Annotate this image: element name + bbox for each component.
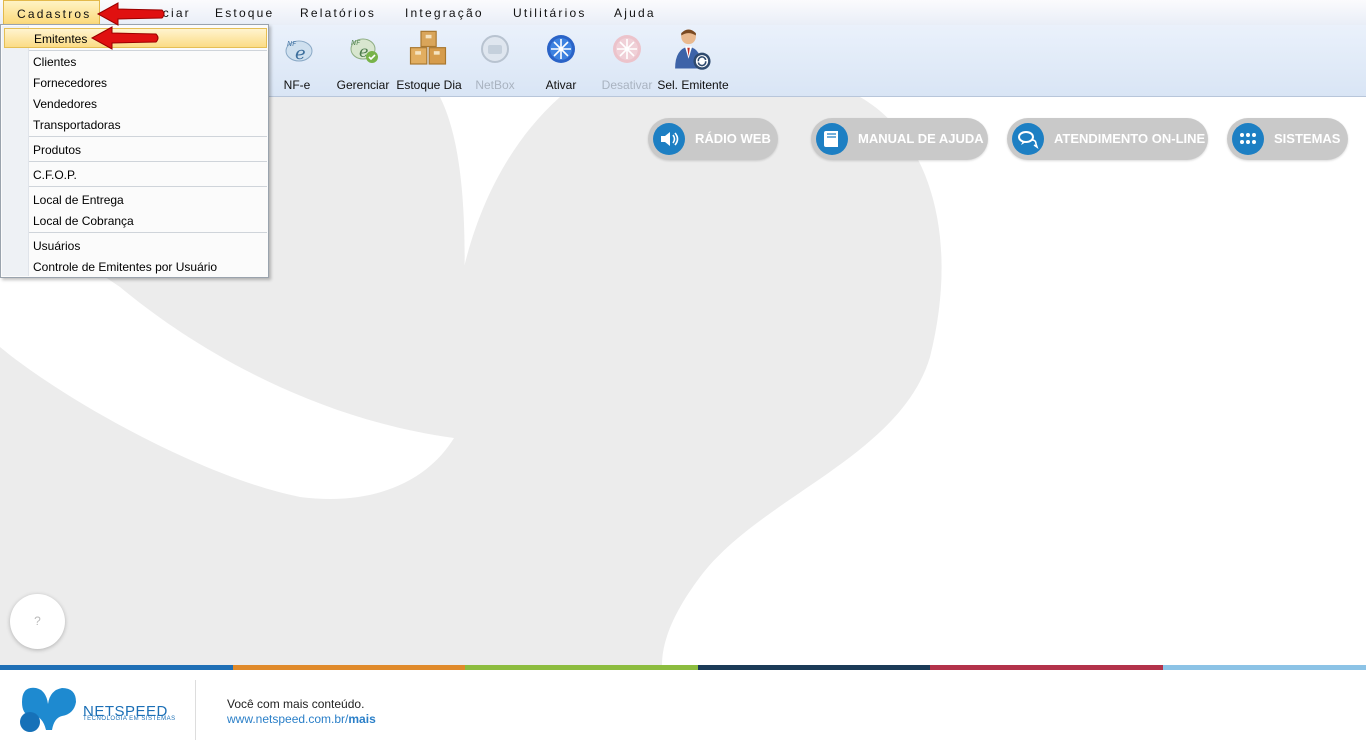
- dropdown-separator: [29, 161, 267, 162]
- dropdown-separator: [29, 232, 267, 233]
- dropdown-item-cfop[interactable]: C.F.O.P.: [29, 165, 267, 185]
- dropdown-icon-strip: [2, 26, 29, 276]
- footer-link[interactable]: www.netspeed.com.br/mais: [227, 712, 376, 726]
- menu-estoque[interactable]: Estoque: [215, 6, 274, 20]
- boxes-icon: [409, 30, 447, 65]
- nfe-icon: NF e: [285, 40, 313, 64]
- deactivate-icon: [613, 35, 641, 63]
- netspeed-logo-icon: [20, 687, 76, 732]
- cadastros-dropdown: Emitentes Clientes Fornecedores Vendedor…: [0, 24, 269, 278]
- menu-relatorios[interactable]: Relatórios: [300, 6, 376, 20]
- svg-text:e: e: [295, 43, 306, 64]
- quick-link-sistemas-label: SISTEMAS: [1274, 131, 1341, 146]
- quick-link-atendimento-online-label: ATENDIMENTO ON-LINE: [1054, 131, 1206, 146]
- footer-slogan: Você com mais conteúdo.: [227, 697, 365, 711]
- activate-icon: [547, 35, 575, 63]
- dropdown-item-vendedores[interactable]: Vendedores: [29, 94, 267, 114]
- dropdown-item-local-de-entrega[interactable]: Local de Entrega: [29, 190, 267, 210]
- speaker-icon: [653, 123, 685, 155]
- dropdown-item-local-de-cobranca[interactable]: Local de Cobrança: [29, 211, 267, 231]
- footer-link-prefix: www.netspeed.com.br/: [227, 712, 349, 726]
- toolbar-gerenciar-button[interactable]: NF e Gerenciar: [331, 25, 395, 96]
- menu-utilitarios-label: Utilitários: [513, 6, 587, 20]
- toolbar-nfe-button[interactable]: NF e NF-e: [265, 25, 329, 96]
- quick-link-manual-de-ajuda[interactable]: MANUAL DE AJUDA: [811, 118, 988, 160]
- dropdown-item-transportadoras[interactable]: Transportadoras: [29, 115, 267, 135]
- user-select-icon: [675, 29, 711, 70]
- dropdown-item-clientes[interactable]: Clientes: [29, 52, 267, 72]
- quick-link-sistemas[interactable]: SISTEMAS: [1227, 118, 1348, 160]
- help-button[interactable]: ?: [10, 594, 65, 649]
- toolbar-ativar-button[interactable]: Ativar: [529, 25, 593, 96]
- menu-relatorios-label: Relatórios: [300, 6, 377, 20]
- annotation-arrow-menu: [96, 2, 165, 26]
- dropdown-item-produtos[interactable]: Produtos: [29, 140, 267, 160]
- menu-ajuda-label: Ajuda: [614, 6, 656, 20]
- dropdown-item-usuarios[interactable]: Usuários: [29, 236, 267, 256]
- annotation-arrow-emitentes: [90, 26, 159, 50]
- menu-integracao-label: Integração: [405, 6, 484, 20]
- chat-icon: [1012, 123, 1044, 155]
- menu-estoque-label: Estoque: [215, 6, 275, 20]
- quick-link-atendimento-online[interactable]: ATENDIMENTO ON-LINE: [1007, 118, 1208, 160]
- menu-ajuda[interactable]: Ajuda: [614, 6, 656, 20]
- quick-link-radio-web-label: RÁDIO WEB: [695, 131, 771, 146]
- toolbar-sel-emitente-label: Sel. Emitente: [657, 78, 729, 92]
- toolbar-desativar-button[interactable]: Desativar: [595, 25, 659, 96]
- dropdown-separator: [29, 186, 267, 187]
- footer-brand-tagline: TECNOLOGIA EM SISTEMAS: [83, 716, 176, 722]
- nfe-manage-icon: NF e: [350, 38, 378, 63]
- grid-icon: [1232, 123, 1264, 155]
- menu-integracao[interactable]: Integração: [405, 6, 484, 20]
- menu-cadastros[interactable]: Cadastros: [3, 0, 100, 25]
- toolbar-sel-emitente-button[interactable]: Sel. Emitente: [657, 25, 729, 96]
- quick-link-radio-web[interactable]: RÁDIO WEB: [648, 118, 778, 160]
- quick-link-manual-de-ajuda-label: MANUAL DE AJUDA: [858, 131, 984, 146]
- footer-divider: [195, 680, 196, 740]
- menu-bar: Cadastros enciar Estoque Relatórios Inte…: [0, 0, 1366, 26]
- footer-link-suffix: mais: [348, 712, 376, 726]
- dropdown-item-fornecedores[interactable]: Fornecedores: [29, 73, 267, 93]
- menu-cadastros-label: Cadastros: [17, 7, 92, 21]
- toolbar-estoque-dia-button[interactable]: Estoque Dia: [396, 25, 462, 96]
- footer: NETSPEED TECNOLOGIA EM SISTEMAS Você com…: [0, 670, 1366, 747]
- dropdown-item-controle-emitentes[interactable]: Controle de Emitentes por Usuário: [29, 257, 267, 277]
- toolbar-netbox-button[interactable]: NetBox: [463, 25, 527, 96]
- book-icon: [816, 123, 848, 155]
- netbox-icon: [481, 35, 509, 63]
- dropdown-separator: [29, 136, 267, 137]
- menu-utilitarios[interactable]: Utilitários: [513, 6, 587, 20]
